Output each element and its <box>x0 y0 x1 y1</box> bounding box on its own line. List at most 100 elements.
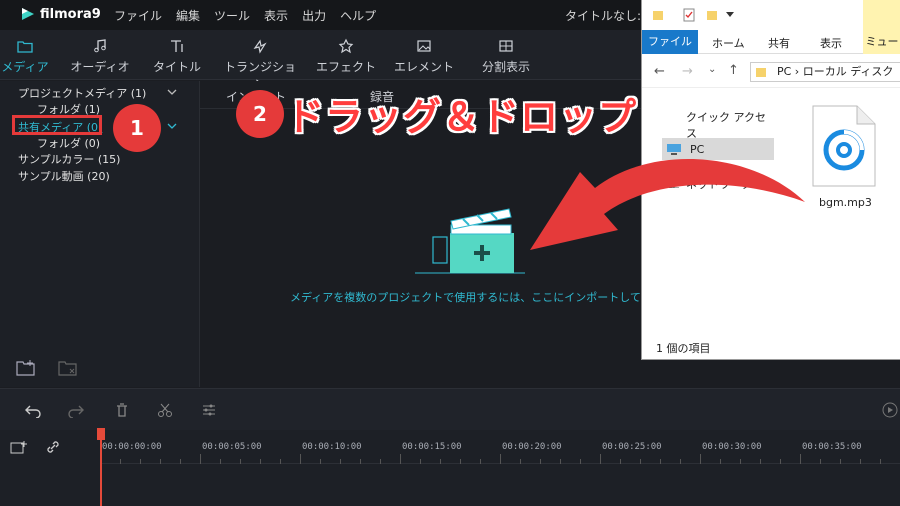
tick-label: 00:00:15:00 <box>402 442 462 452</box>
chevron-down-icon[interactable] <box>167 121 177 131</box>
music-note-icon <box>94 39 106 53</box>
explorer-titlebar <box>642 0 900 30</box>
new-folder-icon[interactable] <box>16 359 36 377</box>
ruler-tick <box>340 459 341 464</box>
split-screen-icon <box>499 40 513 52</box>
highlight-box <box>12 115 102 135</box>
tab-effect[interactable]: エフェクト <box>306 38 386 75</box>
menu-help[interactable]: ヘルプ <box>340 7 376 24</box>
playhead[interactable] <box>100 430 102 506</box>
ruler-tick <box>140 459 141 464</box>
chevron-down-icon[interactable] <box>167 87 177 97</box>
menu-file[interactable]: ファイル <box>114 7 162 24</box>
project-title: タイトルなし: <box>565 9 642 23</box>
sidebar-item-shared-folder[interactable]: フォルダ (0) <box>37 135 100 151</box>
tab-split-screen[interactable]: 分割表示 <box>466 38 546 75</box>
delete-icon[interactable] <box>114 402 130 418</box>
ruler-tick <box>840 459 841 464</box>
address-path: PC › ローカル ディスク <box>777 65 894 78</box>
timeline-toolbar <box>0 388 900 430</box>
forward-arrow-icon[interactable]: → <box>682 64 693 79</box>
music-tools-header <box>863 0 900 30</box>
sidebar-item-sample-colors[interactable]: サンプルカラー (15) <box>18 151 120 167</box>
tab-audio[interactable]: オーディオ <box>60 38 140 75</box>
drag-drop-title: ドラッグ＆ドロップ <box>286 95 638 139</box>
ribbon-tab-file[interactable]: ファイル <box>642 30 698 54</box>
timeline: 00:00:00:00 00:00:05:00 00:00:10:00 00:0… <box>0 428 900 506</box>
ruler-tick <box>700 454 701 464</box>
address-field[interactable]: PC › ローカル ディスク <box>750 62 900 82</box>
ruler-tick <box>520 459 521 464</box>
tab-element[interactable]: エレメント <box>384 38 464 75</box>
menu-list: ファイル 編集 ツール 表示 出力 ヘルプ <box>114 7 376 24</box>
sidebar-actions <box>16 359 78 377</box>
folder-icon <box>17 41 33 53</box>
ruler-tick <box>500 454 501 464</box>
menu-edit[interactable]: 編集 <box>176 7 200 24</box>
ruler-tick <box>560 459 561 464</box>
tick-label: 00:00:05:00 <box>202 442 262 452</box>
ruler-tick <box>740 459 741 464</box>
scissors-icon[interactable] <box>157 402 173 418</box>
caret-down-icon[interactable] <box>726 12 734 18</box>
media-hint-text: メディアを複数のプロジェクトで使用するには、ここにインポートしてください <box>290 291 685 304</box>
ribbon-tab-share[interactable]: 共有 <box>768 35 790 51</box>
ruler-tick <box>660 459 661 464</box>
chevron-down-icon[interactable]: ⌄ <box>708 64 716 75</box>
ribbon-tab-music[interactable]: ミュー <box>863 30 900 54</box>
drag-arrow-graphic <box>530 159 805 250</box>
effect-icon <box>338 38 354 54</box>
adjust-icon[interactable] <box>201 402 217 418</box>
app-logo: filmora9 <box>20 6 101 22</box>
ruler-tick <box>400 454 401 464</box>
ruler-tick <box>880 459 881 464</box>
ruler-tick <box>580 459 581 464</box>
ruler-tick <box>180 459 181 464</box>
back-arrow-icon[interactable]: ← <box>654 64 665 79</box>
ruler-tick <box>160 459 161 464</box>
delete-folder-icon[interactable] <box>58 359 78 377</box>
up-arrow-icon[interactable]: ↑ <box>728 63 739 78</box>
nav-quick-access[interactable]: クイック アクセス <box>686 109 774 141</box>
tab-label: 分割表示 <box>481 60 530 74</box>
ruler-tick <box>360 459 361 464</box>
ruler-tick <box>460 459 461 464</box>
menu-view[interactable]: 表示 <box>264 7 288 24</box>
ruler-tick <box>820 459 821 464</box>
ribbon-tab-view[interactable]: 表示 <box>820 35 842 51</box>
tab-label: エフェクト <box>315 60 376 74</box>
folder-icon <box>756 68 766 77</box>
ribbon-tab-home[interactable]: ホーム <box>712 35 745 51</box>
sidebar-item-project-media[interactable]: プロジェクトメディア (1) <box>18 85 146 101</box>
ruler-tick <box>420 459 421 464</box>
properties-icon[interactable] <box>682 8 696 22</box>
ruler-tick <box>200 454 201 464</box>
redo-icon[interactable] <box>68 402 84 418</box>
app-name: filmora9 <box>40 6 101 22</box>
tab-title[interactable]: タイトル <box>137 38 217 75</box>
link-icon[interactable] <box>45 439 61 455</box>
render-preview-icon[interactable] <box>882 402 898 418</box>
tab-media[interactable]: メディア <box>0 38 65 85</box>
ruler-tick <box>440 459 441 464</box>
time-ruler[interactable]: 00:00:00:00 00:00:05:00 00:00:10:00 00:0… <box>100 430 900 464</box>
ruler-tick <box>280 459 281 464</box>
media-library-sidebar: プロジェクトメディア (1) フォルダ (1) 共有メディア (0) 1 フォル… <box>0 81 200 387</box>
filmora-logo-icon <box>22 8 34 20</box>
ruler-tick <box>220 459 221 464</box>
tab-label: タイトル <box>152 60 201 74</box>
item-count-status: 1 個の項目 <box>656 342 711 355</box>
playhead-handle[interactable] <box>97 428 105 440</box>
menu-export[interactable]: 出力 <box>302 7 326 24</box>
folder-icon <box>653 11 663 20</box>
sidebar-item-sample-videos[interactable]: サンプル動画 (20) <box>18 168 110 184</box>
ruler-tick <box>260 459 261 464</box>
menu-tools[interactable]: ツール <box>214 7 250 24</box>
ruler-tick <box>860 459 861 464</box>
ruler-tick <box>540 459 541 464</box>
undo-icon[interactable] <box>25 402 41 418</box>
add-track-icon[interactable] <box>10 440 28 456</box>
ruler-tick <box>680 459 681 464</box>
ruler-tick <box>240 459 241 464</box>
step-2-badge: 2 <box>236 90 284 138</box>
